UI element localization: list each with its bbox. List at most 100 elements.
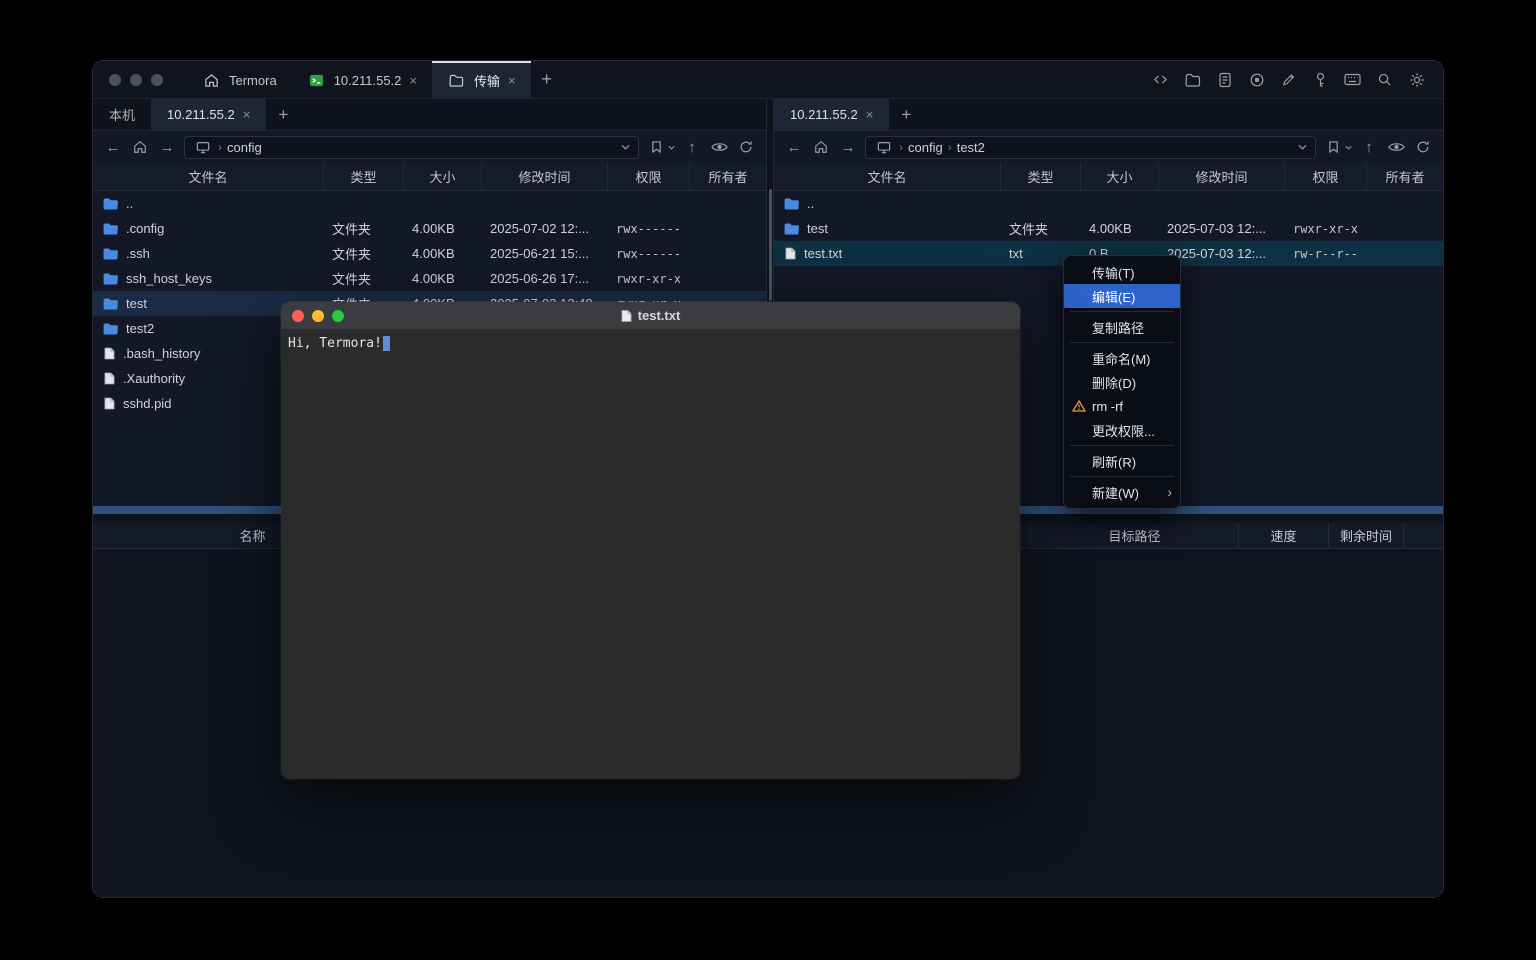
file-permissions: rwx------ xyxy=(608,222,690,236)
file-row[interactable]: ssh_host_keys 文件夹 4.00KB 2025-06-26 17:.… xyxy=(93,266,766,291)
zoom-window-button[interactable] xyxy=(151,74,163,86)
context-menu-item-label: rm -rf xyxy=(1092,399,1123,414)
folder-icon[interactable] xyxy=(1183,70,1202,89)
file-row[interactable]: .. xyxy=(774,191,1443,216)
home-button[interactable] xyxy=(811,137,831,157)
context-menu-item[interactable]: 删除(D) xyxy=(1064,370,1180,394)
key-icon[interactable] xyxy=(1311,70,1330,89)
minimize-window-button[interactable] xyxy=(130,74,142,86)
computer-icon xyxy=(193,137,213,157)
column-header-permissions[interactable]: 权限 xyxy=(608,163,690,190)
left-pane-tabs: 本机 10.211.55.2 × + xyxy=(93,99,766,131)
context-menu-item-label: 新建(W) xyxy=(1092,483,1139,502)
refresh-icon[interactable] xyxy=(736,137,756,157)
context-menu-item[interactable]: 编辑(E) xyxy=(1064,284,1180,308)
editor-content[interactable]: Hi, Termora! xyxy=(281,330,1020,779)
context-menu-item-label: 传输(T) xyxy=(1092,263,1135,282)
path-segment[interactable]: config xyxy=(227,140,262,155)
file-name: test2 xyxy=(126,321,154,336)
column-header-owner[interactable]: 所有者 xyxy=(690,163,766,190)
parent-directory-button[interactable]: ↑ xyxy=(1359,139,1379,156)
pane-tab-host[interactable]: 10.211.55.2 × xyxy=(774,99,889,130)
tab-host[interactable]: 10.211.55.2 × xyxy=(292,61,432,98)
path-dropdown-icon[interactable] xyxy=(1298,144,1307,150)
context-menu-item[interactable]: 更改权限... xyxy=(1064,418,1180,442)
pane-tab-local[interactable]: 本机 xyxy=(93,99,151,130)
eye-icon[interactable] xyxy=(709,137,729,157)
transfer-column-target-path[interactable]: 目标路径 xyxy=(1031,523,1239,548)
path-bar[interactable]: ›config›test2 xyxy=(865,136,1316,159)
minimize-button[interactable] xyxy=(312,310,324,322)
add-tab-button[interactable]: + xyxy=(531,61,563,98)
menu-separator xyxy=(1070,476,1174,477)
pane-tab-host[interactable]: 10.211.55.2 × xyxy=(151,99,266,130)
transfer-column-remaining[interactable]: 剩余时间 xyxy=(1329,523,1404,548)
titlebar: Termora 10.211.55.2 × 传输 × + xyxy=(93,61,1443,99)
scrollbar-thumb[interactable] xyxy=(769,189,772,301)
refresh-icon[interactable] xyxy=(1413,137,1433,157)
close-icon[interactable]: × xyxy=(508,74,516,87)
file-row[interactable]: .ssh 文件夹 4.00KB 2025-06-21 15:... rwx---… xyxy=(93,241,766,266)
context-menu-item[interactable]: 传输(T) xyxy=(1064,260,1180,284)
parent-directory-button[interactable]: ↑ xyxy=(682,139,702,156)
menu-separator xyxy=(1070,342,1174,343)
column-header-type[interactable]: 类型 xyxy=(1001,163,1081,190)
add-pane-tab-button[interactable]: + xyxy=(889,99,923,130)
tab-transfer[interactable]: 传输 × xyxy=(432,61,531,98)
file-row[interactable]: test 文件夹 4.00KB 2025-07-03 12:... rwxr-x… xyxy=(774,216,1443,241)
column-header-name[interactable]: 文件名 xyxy=(774,163,1001,190)
close-window-button[interactable] xyxy=(109,74,121,86)
context-menu-item[interactable]: 重命名(M) xyxy=(1064,346,1180,370)
file-icon xyxy=(784,247,796,261)
edit-icon[interactable] xyxy=(1279,70,1298,89)
column-header-owner[interactable]: 所有者 xyxy=(1367,163,1443,190)
path-dropdown-icon[interactable] xyxy=(621,144,630,150)
search-icon[interactable] xyxy=(1375,70,1394,89)
close-icon[interactable]: × xyxy=(866,108,874,121)
log-icon[interactable] xyxy=(1215,70,1234,89)
folder-icon xyxy=(103,222,118,235)
column-header-permissions[interactable]: 权限 xyxy=(1285,163,1367,190)
forward-button[interactable]: → xyxy=(157,139,177,156)
column-header-size[interactable]: 大小 xyxy=(404,163,482,190)
close-icon[interactable]: × xyxy=(409,74,417,87)
context-menu-item[interactable]: rm -rf xyxy=(1064,394,1180,418)
context-menu-item[interactable]: 新建(W) › xyxy=(1064,480,1180,504)
add-pane-tab-button[interactable]: + xyxy=(266,99,300,130)
column-header-size[interactable]: 大小 xyxy=(1081,163,1159,190)
path-segment[interactable]: config xyxy=(908,140,943,155)
back-button[interactable]: ← xyxy=(103,139,123,156)
bookmark-button[interactable] xyxy=(646,137,675,157)
close-button[interactable] xyxy=(292,310,304,322)
zoom-button[interactable] xyxy=(332,310,344,322)
file-row[interactable]: .config 文件夹 4.00KB 2025-07-02 12:... rwx… xyxy=(93,216,766,241)
context-menu-item[interactable]: 刷新(R) xyxy=(1064,449,1180,473)
forward-button[interactable]: → xyxy=(838,139,858,156)
file-name: .bash_history xyxy=(123,346,200,361)
back-button[interactable]: ← xyxy=(784,139,804,156)
eye-icon[interactable] xyxy=(1386,137,1406,157)
code-icon[interactable] xyxy=(1151,70,1170,89)
tab-termora[interactable]: Termora xyxy=(187,61,292,98)
column-header-name[interactable]: 文件名 xyxy=(93,163,324,190)
file-mtime: 2025-06-26 17:... xyxy=(482,271,608,286)
pane-tab-label: 10.211.55.2 xyxy=(790,107,858,122)
column-header-mtime[interactable]: 修改时间 xyxy=(1159,163,1285,190)
home-button[interactable] xyxy=(130,137,150,157)
context-menu-item[interactable]: 复制路径 xyxy=(1064,315,1180,339)
path-bar[interactable]: ›config xyxy=(184,136,639,159)
close-icon[interactable]: × xyxy=(243,108,251,121)
editor-titlebar[interactable]: test.txt xyxy=(281,302,1020,330)
column-header-type[interactable]: 类型 xyxy=(324,163,404,190)
context-menu-item-label: 复制路径 xyxy=(1092,318,1144,337)
bookmark-caret-icon xyxy=(1345,145,1352,150)
transfer-column-speed[interactable]: 速度 xyxy=(1239,523,1329,548)
path-segment[interactable]: test2 xyxy=(957,140,985,155)
settings-icon[interactable] xyxy=(1407,70,1426,89)
bookmark-button[interactable] xyxy=(1323,137,1352,157)
record-icon[interactable] xyxy=(1247,70,1266,89)
keyboard-icon[interactable] xyxy=(1343,70,1362,89)
file-row[interactable]: .. xyxy=(93,191,766,216)
left-pane-toolbar: ← → ›config xyxy=(93,131,766,163)
column-header-mtime[interactable]: 修改时间 xyxy=(482,163,608,190)
